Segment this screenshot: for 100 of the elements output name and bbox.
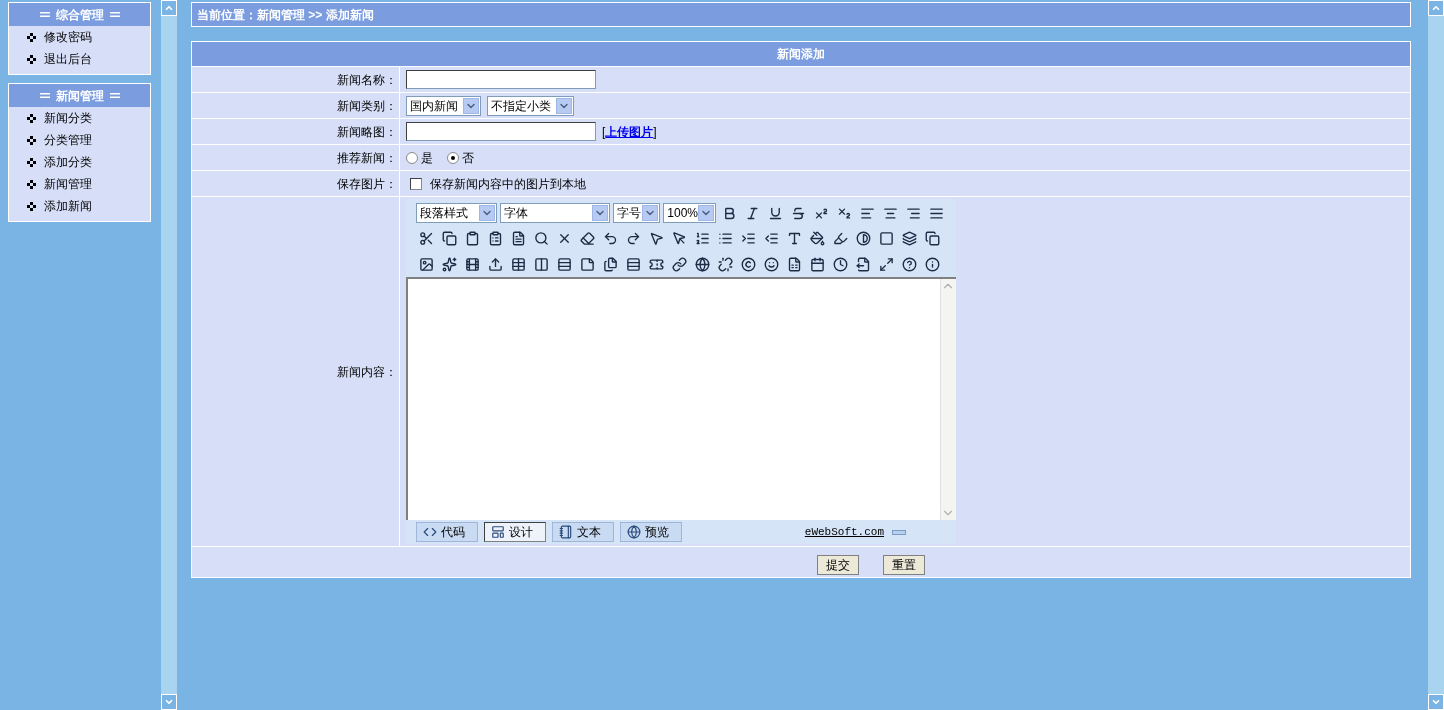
outdent-icon <box>763 230 779 246</box>
files-icon <box>602 256 618 272</box>
smiley-icon <box>763 256 779 272</box>
form-button[interactable]: 重置 <box>883 555 925 575</box>
scrollbar[interactable] <box>161 0 177 710</box>
diamond-dots-icon <box>27 54 36 64</box>
menu-item[interactable]: 修改密码 <box>9 26 150 48</box>
indent-icon <box>740 230 756 246</box>
export-icon <box>855 256 871 272</box>
text-color-icon <box>786 230 802 246</box>
diamond-dots-icon <box>27 135 36 145</box>
info-icon <box>924 256 940 272</box>
upload-icon <box>487 256 503 272</box>
field-label: 新闻内容： <box>337 363 397 381</box>
panel-title-text: 新闻管理 <box>55 87 104 105</box>
double-line-icon <box>39 12 50 17</box>
form-button[interactable]: 提交 <box>817 555 859 575</box>
columns-icon <box>533 256 549 272</box>
align-justify-icon <box>928 205 944 221</box>
ordered-list-icon <box>694 230 710 246</box>
globe-icon <box>627 525 641 539</box>
double-line-icon <box>109 93 120 98</box>
editor-scrollbar[interactable] <box>940 279 956 520</box>
scroll-up-icon <box>164 3 174 13</box>
dropdown[interactable]: 不指定小类 <box>487 95 574 116</box>
scroll-up-icon <box>1431 3 1441 13</box>
image-icon <box>418 256 434 272</box>
panel-title-text: 综合管理 <box>55 6 104 24</box>
unlink-button[interactable] <box>715 254 735 274</box>
redo-icon <box>625 230 641 246</box>
design-icon <box>491 525 505 539</box>
field-label: 保存图片： <box>337 175 397 193</box>
scroll-down-icon <box>164 697 174 707</box>
radio-label: 否 <box>462 149 474 167</box>
link-icon <box>671 256 687 272</box>
bullet-list-icon <box>717 230 733 246</box>
menu-item[interactable]: 新闻分类 <box>9 107 150 129</box>
clock-icon <box>832 256 848 272</box>
menu-item[interactable]: 退出后台 <box>9 48 150 70</box>
mode-tab[interactable]: 预览 <box>620 522 682 542</box>
menu-item[interactable]: 添加分类 <box>9 151 150 173</box>
menu-item[interactable]: 新闻管理 <box>9 173 150 195</box>
symbol-icon <box>740 256 756 272</box>
italic-icon <box>744 205 760 221</box>
field-label: 新闻略图： <box>337 123 397 141</box>
dropdown[interactable]: 字体 <box>499 203 610 223</box>
field-label: 推荐新闻： <box>337 149 397 167</box>
menu-item[interactable]: 分类管理 <box>9 129 150 151</box>
notebook-icon <box>559 525 573 539</box>
breadcrumb-bar: 当前位置：新闻管理 >> 添加新闻 <box>191 2 1411 27</box>
align-right-icon <box>905 205 921 221</box>
link-button[interactable] <box>669 254 689 274</box>
checkbox[interactable] <box>410 177 422 190</box>
dropdown[interactable]: 100% <box>663 203 716 223</box>
checkbox-label: 保存新闻内容中的图片到本地 <box>430 175 586 193</box>
mode-tab[interactable]: 设计 <box>484 522 546 542</box>
pointer-icon <box>648 230 664 246</box>
diamond-dots-icon <box>27 157 36 167</box>
text-field[interactable] <box>406 122 596 141</box>
dropdown[interactable]: 字号 <box>612 203 661 223</box>
double-line-icon <box>109 12 120 17</box>
fill-color-icon <box>809 230 825 246</box>
bracket-text: [ <box>602 123 606 141</box>
scroll-down-icon <box>1431 697 1441 707</box>
eraser-icon <box>579 230 595 246</box>
scrollbar[interactable] <box>1428 0 1444 710</box>
mode-tab[interactable]: 代码 <box>416 522 478 542</box>
diamond-dots-icon <box>27 201 36 211</box>
menu-item[interactable]: 添加新闻 <box>9 195 150 217</box>
radio-label: 是 <box>421 149 433 167</box>
media-icon <box>464 256 480 272</box>
align-left-icon <box>859 205 875 221</box>
dropdown[interactable]: 国内新闻 <box>406 95 481 116</box>
credit-link[interactable]: eWebSoft.com <box>804 523 884 541</box>
strikethrough-icon <box>790 205 806 221</box>
dropdown[interactable]: 段落样式 <box>416 203 497 223</box>
paste-text-icon <box>487 230 503 246</box>
help-icon <box>901 256 917 272</box>
layer-icon <box>901 230 917 246</box>
mode-tab[interactable]: 文本 <box>552 522 614 542</box>
unlink-icon <box>717 256 733 272</box>
form-title: 新闻添加 <box>192 42 1410 66</box>
dotted-pointer-icon <box>671 230 687 246</box>
frame-icon <box>878 230 894 246</box>
subscript-icon <box>836 205 852 221</box>
copy-icon <box>441 230 457 246</box>
flash-icon <box>441 256 457 272</box>
table-icon <box>510 256 526 272</box>
rows-icon <box>556 256 572 272</box>
fullscreen-icon <box>878 256 894 272</box>
radio-button[interactable] <box>406 151 418 164</box>
resize-handle-icon[interactable] <box>892 529 906 535</box>
cut-icon <box>418 230 434 246</box>
diamond-dots-icon <box>27 179 36 189</box>
radio-button[interactable] <box>447 151 459 164</box>
paste-icon <box>464 230 480 246</box>
text-field[interactable] <box>406 70 596 89</box>
diamond-dots-icon <box>27 113 36 123</box>
code-icon <box>423 525 437 539</box>
date-icon <box>809 256 825 272</box>
